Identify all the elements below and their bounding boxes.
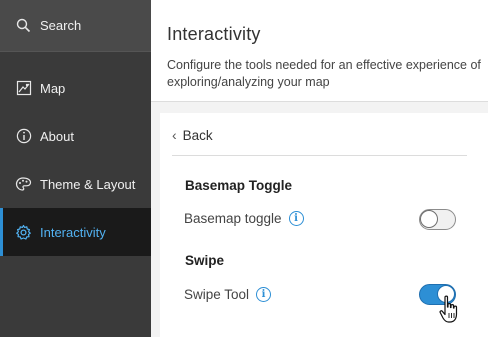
sidebar-item-label: Theme & Layout <box>40 176 136 192</box>
hand-pointer-cursor-icon <box>438 295 462 325</box>
page-description: Configure the tools needed for an effect… <box>167 58 481 89</box>
info-icon <box>15 128 32 145</box>
setting-label: Basemap toggle <box>184 211 282 226</box>
info-icon[interactable]: i <box>288 211 304 226</box>
page-header: Interactivity Configure the tools needed… <box>151 0 488 102</box>
search-icon <box>15 17 32 34</box>
divider <box>172 155 467 156</box>
palette-icon <box>15 176 32 193</box>
sidebar-item-about[interactable]: About <box>0 112 151 160</box>
main-content: Interactivity Configure the tools needed… <box>151 0 488 337</box>
sidebar: Search Map About Theme & Layout Interact… <box>0 0 151 337</box>
toggle-knob <box>420 210 438 228</box>
sidebar-search[interactable]: Search <box>0 0 151 52</box>
sidebar-search-label: Search <box>40 18 82 33</box>
setting-row-basemap-toggle: Basemap toggle i <box>184 211 304 226</box>
sidebar-item-label: About <box>40 128 74 144</box>
sidebar-item-label: Interactivity <box>40 224 106 240</box>
page-title: Interactivity <box>167 24 261 44</box>
sidebar-item-map[interactable]: Map <box>0 64 151 112</box>
section-title-swipe: Swipe <box>185 253 225 268</box>
setting-label: Swipe Tool <box>184 287 250 302</box>
back-label: Back <box>182 127 213 143</box>
sidebar-item-interactivity[interactable]: Interactivity <box>0 208 151 256</box>
chevron-left-icon: ‹ <box>172 127 177 143</box>
back-button[interactable]: ‹ Back <box>172 125 213 145</box>
map-icon <box>15 80 32 97</box>
basemap-toggle-switch[interactable] <box>419 209 456 230</box>
info-icon[interactable]: i <box>256 287 272 302</box>
setting-row-swipe-tool: Swipe Tool i <box>184 287 272 302</box>
gear-icon <box>15 224 32 241</box>
sidebar-item-theme-layout[interactable]: Theme & Layout <box>0 160 151 208</box>
sidebar-item-label: Map <box>40 80 66 96</box>
section-title-basemap-toggle: Basemap Toggle <box>185 178 293 193</box>
